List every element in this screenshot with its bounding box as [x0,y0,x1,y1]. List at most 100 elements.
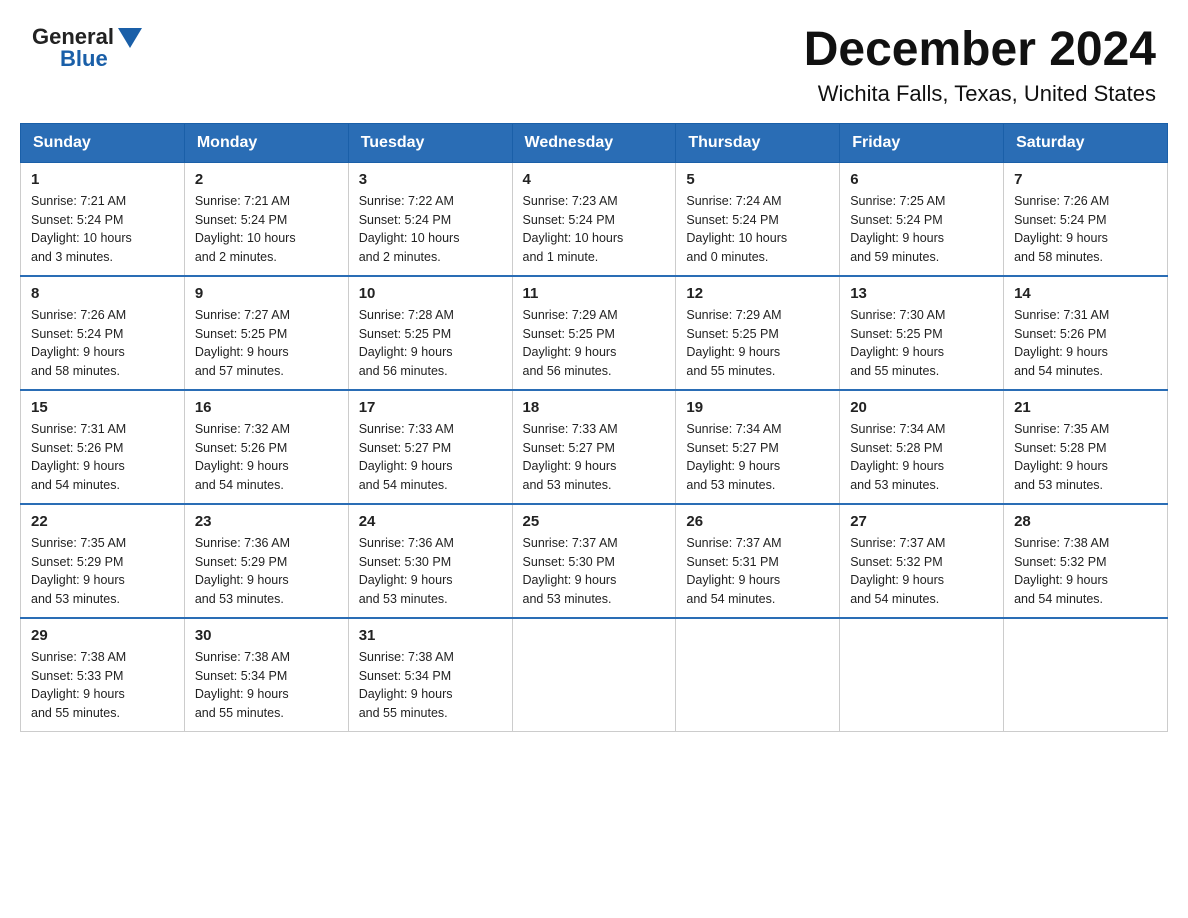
calendar-day-cell: 14 Sunrise: 7:31 AM Sunset: 5:26 PM Dayli… [1004,276,1168,390]
day-info: Sunrise: 7:37 AM Sunset: 5:30 PM Dayligh… [523,534,666,609]
day-info: Sunrise: 7:23 AM Sunset: 5:24 PM Dayligh… [523,192,666,267]
calendar-day-cell: 13 Sunrise: 7:30 AM Sunset: 5:25 PM Dayli… [840,276,1004,390]
day-info: Sunrise: 7:30 AM Sunset: 5:25 PM Dayligh… [850,306,993,381]
calendar-day-cell: 7 Sunrise: 7:26 AM Sunset: 5:24 PM Daylig… [1004,162,1168,276]
calendar-header-row: SundayMondayTuesdayWednesdayThursdayFrid… [21,123,1168,162]
calendar-day-cell: 15 Sunrise: 7:31 AM Sunset: 5:26 PM Dayli… [21,390,185,504]
day-info: Sunrise: 7:38 AM Sunset: 5:34 PM Dayligh… [195,648,338,723]
day-number: 24 [359,513,502,530]
day-info: Sunrise: 7:21 AM Sunset: 5:24 PM Dayligh… [195,192,338,267]
day-info: Sunrise: 7:31 AM Sunset: 5:26 PM Dayligh… [1014,306,1157,381]
calendar-day-cell [512,618,676,732]
day-info: Sunrise: 7:35 AM Sunset: 5:28 PM Dayligh… [1014,420,1157,495]
calendar-table: SundayMondayTuesdayWednesdayThursdayFrid… [20,123,1168,732]
day-number: 21 [1014,399,1157,416]
calendar-week-row: 1 Sunrise: 7:21 AM Sunset: 5:24 PM Daylig… [21,162,1168,276]
calendar-day-cell: 19Sunrise: 7:34 AM Sunset: 5:27 PM Dayli… [676,390,840,504]
day-info: Sunrise: 7:37 AM Sunset: 5:32 PM Dayligh… [850,534,993,609]
day-number: 23 [195,513,338,530]
page-header: General Blue December 2024 Wichita Falls… [0,0,1188,123]
calendar-day-header: Tuesday [348,123,512,162]
calendar-day-cell: 25 Sunrise: 7:37 AM Sunset: 5:30 PM Dayli… [512,504,676,618]
day-info: Sunrise: 7:28 AM Sunset: 5:25 PM Dayligh… [359,306,502,381]
calendar-day-header: Sunday [21,123,185,162]
day-info: Sunrise: 7:35 AM Sunset: 5:29 PM Dayligh… [31,534,174,609]
calendar-day-cell: 22 Sunrise: 7:35 AM Sunset: 5:29 PM Dayli… [21,504,185,618]
calendar-day-cell: 28 Sunrise: 7:38 AM Sunset: 5:32 PM Dayli… [1004,504,1168,618]
day-number: 28 [1014,513,1157,530]
day-number: 31 [359,627,502,644]
day-number: 17 [359,399,502,416]
day-info: Sunrise: 7:24 AM Sunset: 5:24 PM Dayligh… [686,192,829,267]
calendar-day-cell: 20 Sunrise: 7:34 AM Sunset: 5:28 PM Dayli… [840,390,1004,504]
calendar-day-cell: 30Sunrise: 7:38 AM Sunset: 5:34 PM Dayli… [184,618,348,732]
calendar-day-cell: 26 Sunrise: 7:37 AM Sunset: 5:31 PM Dayli… [676,504,840,618]
day-number: 10 [359,285,502,302]
day-number: 22 [31,513,174,530]
day-number: 3 [359,171,502,188]
day-number: 18 [523,399,666,416]
day-info: Sunrise: 7:36 AM Sunset: 5:30 PM Dayligh… [359,534,502,609]
calendar-day-cell [676,618,840,732]
calendar-container: SundayMondayTuesdayWednesdayThursdayFrid… [0,123,1188,752]
calendar-day-cell [840,618,1004,732]
calendar-day-cell [1004,618,1168,732]
day-number: 4 [523,171,666,188]
calendar-week-row: 8Sunrise: 7:26 AM Sunset: 5:24 PM Daylig… [21,276,1168,390]
day-number: 13 [850,285,993,302]
calendar-day-header: Thursday [676,123,840,162]
day-info: Sunrise: 7:27 AM Sunset: 5:25 PM Dayligh… [195,306,338,381]
calendar-day-cell: 27 Sunrise: 7:37 AM Sunset: 5:32 PM Dayli… [840,504,1004,618]
day-info: Sunrise: 7:22 AM Sunset: 5:24 PM Dayligh… [359,192,502,267]
day-info: Sunrise: 7:37 AM Sunset: 5:31 PM Dayligh… [686,534,829,609]
day-number: 5 [686,171,829,188]
day-number: 15 [31,399,174,416]
calendar-day-header: Friday [840,123,1004,162]
day-number: 26 [686,513,829,530]
calendar-day-cell: 17Sunrise: 7:33 AM Sunset: 5:27 PM Dayli… [348,390,512,504]
day-number: 14 [1014,285,1157,302]
day-info: Sunrise: 7:33 AM Sunset: 5:27 PM Dayligh… [523,420,666,495]
calendar-day-cell: 5 Sunrise: 7:24 AM Sunset: 5:24 PM Daylig… [676,162,840,276]
day-info: Sunrise: 7:36 AM Sunset: 5:29 PM Dayligh… [195,534,338,609]
calendar-day-cell: 8Sunrise: 7:26 AM Sunset: 5:24 PM Daylig… [21,276,185,390]
day-info: Sunrise: 7:29 AM Sunset: 5:25 PM Dayligh… [686,306,829,381]
calendar-day-cell: 12Sunrise: 7:29 AM Sunset: 5:25 PM Dayli… [676,276,840,390]
calendar-day-cell: 1Sunrise: 7:21 AM Sunset: 5:24 PM Daylig… [21,162,185,276]
calendar-day-cell: 3 Sunrise: 7:22 AM Sunset: 5:24 PM Daylig… [348,162,512,276]
day-number: 29 [31,627,174,644]
calendar-day-cell: 16 Sunrise: 7:32 AM Sunset: 5:26 PM Dayli… [184,390,348,504]
day-number: 16 [195,399,338,416]
calendar-day-header: Saturday [1004,123,1168,162]
day-number: 20 [850,399,993,416]
day-info: Sunrise: 7:32 AM Sunset: 5:26 PM Dayligh… [195,420,338,495]
calendar-week-row: 29 Sunrise: 7:38 AM Sunset: 5:33 PM Dayli… [21,618,1168,732]
logo-blue-text: Blue [60,46,108,72]
day-number: 27 [850,513,993,530]
day-number: 1 [31,171,174,188]
calendar-day-header: Monday [184,123,348,162]
page-title: December 2024 [804,24,1156,77]
day-info: Sunrise: 7:29 AM Sunset: 5:25 PM Dayligh… [523,306,666,381]
calendar-day-cell: 10 Sunrise: 7:28 AM Sunset: 5:25 PM Dayli… [348,276,512,390]
day-number: 25 [523,513,666,530]
day-number: 9 [195,285,338,302]
calendar-day-cell: 29 Sunrise: 7:38 AM Sunset: 5:33 PM Dayli… [21,618,185,732]
calendar-day-cell: 9 Sunrise: 7:27 AM Sunset: 5:25 PM Daylig… [184,276,348,390]
logo: General Blue [32,24,142,72]
day-info: Sunrise: 7:26 AM Sunset: 5:24 PM Dayligh… [31,306,174,381]
day-info: Sunrise: 7:34 AM Sunset: 5:28 PM Dayligh… [850,420,993,495]
day-info: Sunrise: 7:38 AM Sunset: 5:34 PM Dayligh… [359,648,502,723]
day-info: Sunrise: 7:38 AM Sunset: 5:32 PM Dayligh… [1014,534,1157,609]
calendar-day-cell: 2Sunrise: 7:21 AM Sunset: 5:24 PM Daylig… [184,162,348,276]
day-info: Sunrise: 7:31 AM Sunset: 5:26 PM Dayligh… [31,420,174,495]
day-info: Sunrise: 7:38 AM Sunset: 5:33 PM Dayligh… [31,648,174,723]
logo-triangle-icon [118,28,142,48]
calendar-day-cell: 18 Sunrise: 7:33 AM Sunset: 5:27 PM Dayli… [512,390,676,504]
calendar-day-cell: 24 Sunrise: 7:36 AM Sunset: 5:30 PM Dayli… [348,504,512,618]
day-number: 11 [523,285,666,302]
day-number: 7 [1014,171,1157,188]
calendar-day-cell: 23 Sunrise: 7:36 AM Sunset: 5:29 PM Dayli… [184,504,348,618]
day-info: Sunrise: 7:26 AM Sunset: 5:24 PM Dayligh… [1014,192,1157,267]
page-subtitle: Wichita Falls, Texas, United States [804,81,1156,107]
